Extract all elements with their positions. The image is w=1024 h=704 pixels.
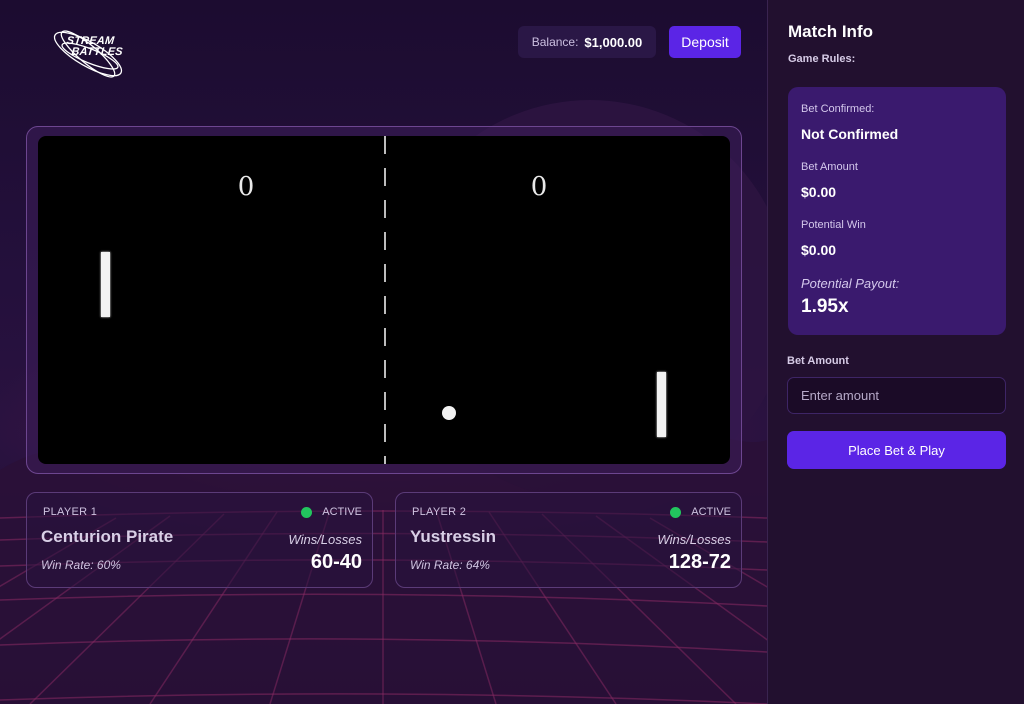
sidebar-title: Match Info [788, 22, 873, 41]
logo-wordmark: STREAM BATTLES [65, 35, 125, 58]
player-win-rate: Win Rate: 60% [41, 558, 121, 572]
logo-line-2: BATTLES [70, 46, 124, 58]
balance-display: Balance: $1,000.00 [518, 26, 656, 58]
ball [442, 406, 456, 420]
player-2-card: PLAYER 2 ACTIVE Yustressin Win Rate: 64%… [395, 492, 742, 588]
balance-value: $1,000.00 [584, 34, 643, 50]
player-name: Yustressin [410, 527, 496, 546]
wins-losses-label: Wins/Losses [288, 532, 362, 547]
bet-amount-value: $0.00 [801, 184, 837, 200]
potential-win-value: $0.00 [801, 242, 837, 258]
potential-payout-value: 1.95x [801, 296, 849, 317]
game-rules-label: Game Rules: [788, 53, 856, 65]
center-net [384, 136, 386, 464]
score-right: 0 [530, 172, 548, 202]
right-paddle [657, 372, 666, 437]
balance-label: Balance: [531, 35, 579, 49]
status-dot-icon [301, 506, 313, 518]
status-dot-icon [670, 506, 682, 518]
bet-confirmed-value: Not Confirmed [801, 126, 899, 142]
bet-info-card: Bet Confirmed: Not Confirmed Bet Amount … [788, 87, 1006, 335]
bet-amount-input[interactable] [787, 377, 1006, 414]
deposit-button[interactable]: Deposit [669, 26, 741, 58]
bet-amount-label: Bet Amount [801, 161, 858, 173]
bet-confirmed-label: Bet Confirmed: [801, 103, 875, 115]
pong-game-canvas[interactable]: 0 0 [38, 136, 730, 464]
place-bet-button[interactable]: Place Bet & Play [787, 431, 1006, 469]
wins-losses-value: 60-40 [310, 551, 362, 573]
player-1-card: PLAYER 1 ACTIVE Centurion Pirate Win Rat… [26, 492, 373, 588]
main-area: STREAM BATTLES Balance: $1,000.00 Deposi… [0, 0, 767, 704]
player-status: ACTIVE [301, 506, 362, 518]
player-win-rate: Win Rate: 64% [410, 558, 490, 572]
player-label: PLAYER 2 [412, 506, 467, 518]
status-text: ACTIVE [691, 506, 731, 518]
bet-amount-input-label: Bet Amount [787, 355, 849, 367]
wins-losses-label: Wins/Losses [657, 532, 731, 547]
score-left: 0 [237, 172, 255, 202]
left-paddle [101, 252, 110, 317]
player-status: ACTIVE [670, 506, 731, 518]
potential-win-label: Potential Win [801, 219, 866, 231]
match-info-sidebar: Match Info Game Rules: Bet Confirmed: No… [767, 0, 1024, 704]
potential-payout-label: Potential Payout: [801, 276, 900, 291]
status-text: ACTIVE [322, 506, 362, 518]
wins-losses-value: 128-72 [668, 551, 731, 573]
player-label: PLAYER 1 [43, 506, 98, 518]
player-name: Centurion Pirate [41, 527, 174, 546]
